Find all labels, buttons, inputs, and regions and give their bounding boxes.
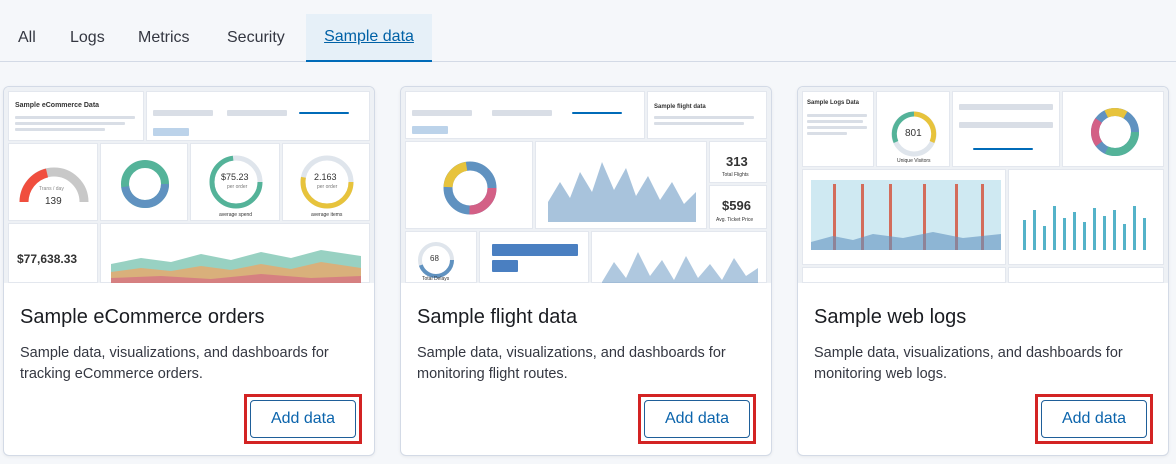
- preview-panel: [591, 231, 767, 283]
- preview-panel: Sample Logs Data: [802, 91, 874, 167]
- visitors-value: 801: [905, 128, 922, 139]
- card-title: Sample flight data: [417, 306, 578, 328]
- card-title: Sample web logs: [814, 306, 967, 328]
- donut-chart: [121, 160, 169, 208]
- add-data-button[interactable]: Add data: [250, 400, 356, 438]
- flight-dashboard-preview: Sample flight data 313 Total Flights $59…: [401, 87, 771, 283]
- quantity-gauge: [300, 155, 354, 209]
- preview-panel: [100, 223, 370, 283]
- preview-panel: [802, 169, 1006, 265]
- preview-panel: [405, 91, 645, 139]
- quantity-sub: per order: [317, 184, 338, 190]
- preview-panel: 313 Total Flights: [709, 141, 767, 183]
- gauge-value: 139: [45, 196, 62, 207]
- preview-panel: [535, 141, 707, 229]
- preview-heading: Sample flight data: [654, 104, 706, 110]
- card-web-logs: Sample Logs Data 801 Unique Visitors Sam…: [797, 86, 1169, 456]
- preview-panel: $596 Avg. Ticket Price: [709, 185, 767, 229]
- ecommerce-dashboard-preview: Sample eCommerce Data Trans / day 139 $7…: [4, 87, 374, 283]
- preview-panel: [479, 231, 589, 283]
- unique-visitors-chart: [1023, 206, 1146, 250]
- quantity-value: 2.163: [314, 172, 337, 182]
- avg-price-caption: Avg. Ticket Price: [716, 217, 754, 223]
- preview-panel: Sample eCommerce Data: [8, 91, 144, 141]
- donut-chart: [443, 161, 497, 215]
- tab-all[interactable]: All: [2, 14, 52, 62]
- quantity-caption: average items: [311, 212, 343, 218]
- highlight-box: Add data: [1035, 394, 1153, 444]
- tab-metrics[interactable]: Metrics: [122, 14, 206, 62]
- tab-logs[interactable]: Logs: [54, 14, 121, 62]
- price-caption: average spend: [219, 212, 253, 218]
- preview-panel: 801 Unique Visitors: [876, 91, 950, 167]
- add-data-button[interactable]: Add data: [644, 400, 750, 438]
- card-title: Sample eCommerce orders: [20, 306, 265, 328]
- preview-panel: Sample flight data: [647, 91, 767, 139]
- preview-panel: [1008, 169, 1164, 265]
- tab-sample-data[interactable]: Sample data: [306, 14, 432, 62]
- preview-heading: Sample Logs Data: [807, 100, 860, 106]
- highlight-box: Add data: [244, 394, 362, 444]
- card-flights: Sample flight data 313 Total Flights $59…: [400, 86, 772, 456]
- preview-panel: Trans / day 139: [8, 143, 98, 221]
- flights-value: 313: [726, 154, 748, 169]
- add-data-button[interactable]: Add data: [1041, 400, 1147, 438]
- flights-caption: Total Flights: [722, 172, 749, 178]
- ticket-price-chart: [548, 162, 696, 222]
- delays-line-chart: [602, 252, 758, 283]
- card-description: Sample data, visualizations, and dashboa…: [417, 345, 726, 382]
- avg-price-value: $596: [722, 198, 751, 213]
- area-chart: [111, 250, 361, 283]
- preview-heading: Sample eCommerce Data: [15, 102, 100, 109]
- visitors-caption: Unique Visitors: [897, 158, 931, 164]
- price-value: $75.23: [221, 172, 249, 182]
- requests-chart: [811, 180, 1001, 250]
- preview-panel: [802, 267, 1006, 283]
- preview-panel: 2.163 per order average items: [282, 143, 370, 221]
- price-gauge: [209, 155, 263, 209]
- preview-panel: [405, 141, 533, 229]
- gauge-chart: [19, 167, 89, 203]
- tab-security[interactable]: Security: [211, 14, 301, 62]
- os-donut-chart: [1091, 108, 1139, 156]
- price-sub: per order: [227, 184, 248, 190]
- weblogs-dashboard-preview: Sample Logs Data 801 Unique Visitors: [798, 87, 1168, 283]
- preview-panel: 68 Total Delays: [405, 231, 477, 283]
- card-ecommerce: Sample eCommerce Data Trans / day 139 $7…: [3, 86, 375, 456]
- highlight-box: Add data: [638, 394, 756, 444]
- gauge-label: Trans / day: [39, 186, 64, 192]
- card-description: Sample data, visualizations, and dashboa…: [814, 345, 1123, 382]
- preview-panel: $77,638.33: [8, 223, 98, 283]
- card-description: Sample data, visualizations, and dashboa…: [20, 345, 329, 382]
- delays-value: 68: [430, 254, 439, 263]
- delays-caption: Total Delays: [422, 276, 450, 282]
- preview-panel: [952, 91, 1060, 167]
- preview-panel: [100, 143, 188, 221]
- preview-panel: [1062, 91, 1164, 167]
- preview-panel: [146, 91, 370, 141]
- tab-bar: All Logs Metrics Security Sample data: [0, 0, 1176, 62]
- preview-panel: $75.23 per order average spend: [190, 143, 280, 221]
- revenue-value: $77,638.33: [17, 252, 78, 266]
- preview-panel: [1008, 267, 1164, 283]
